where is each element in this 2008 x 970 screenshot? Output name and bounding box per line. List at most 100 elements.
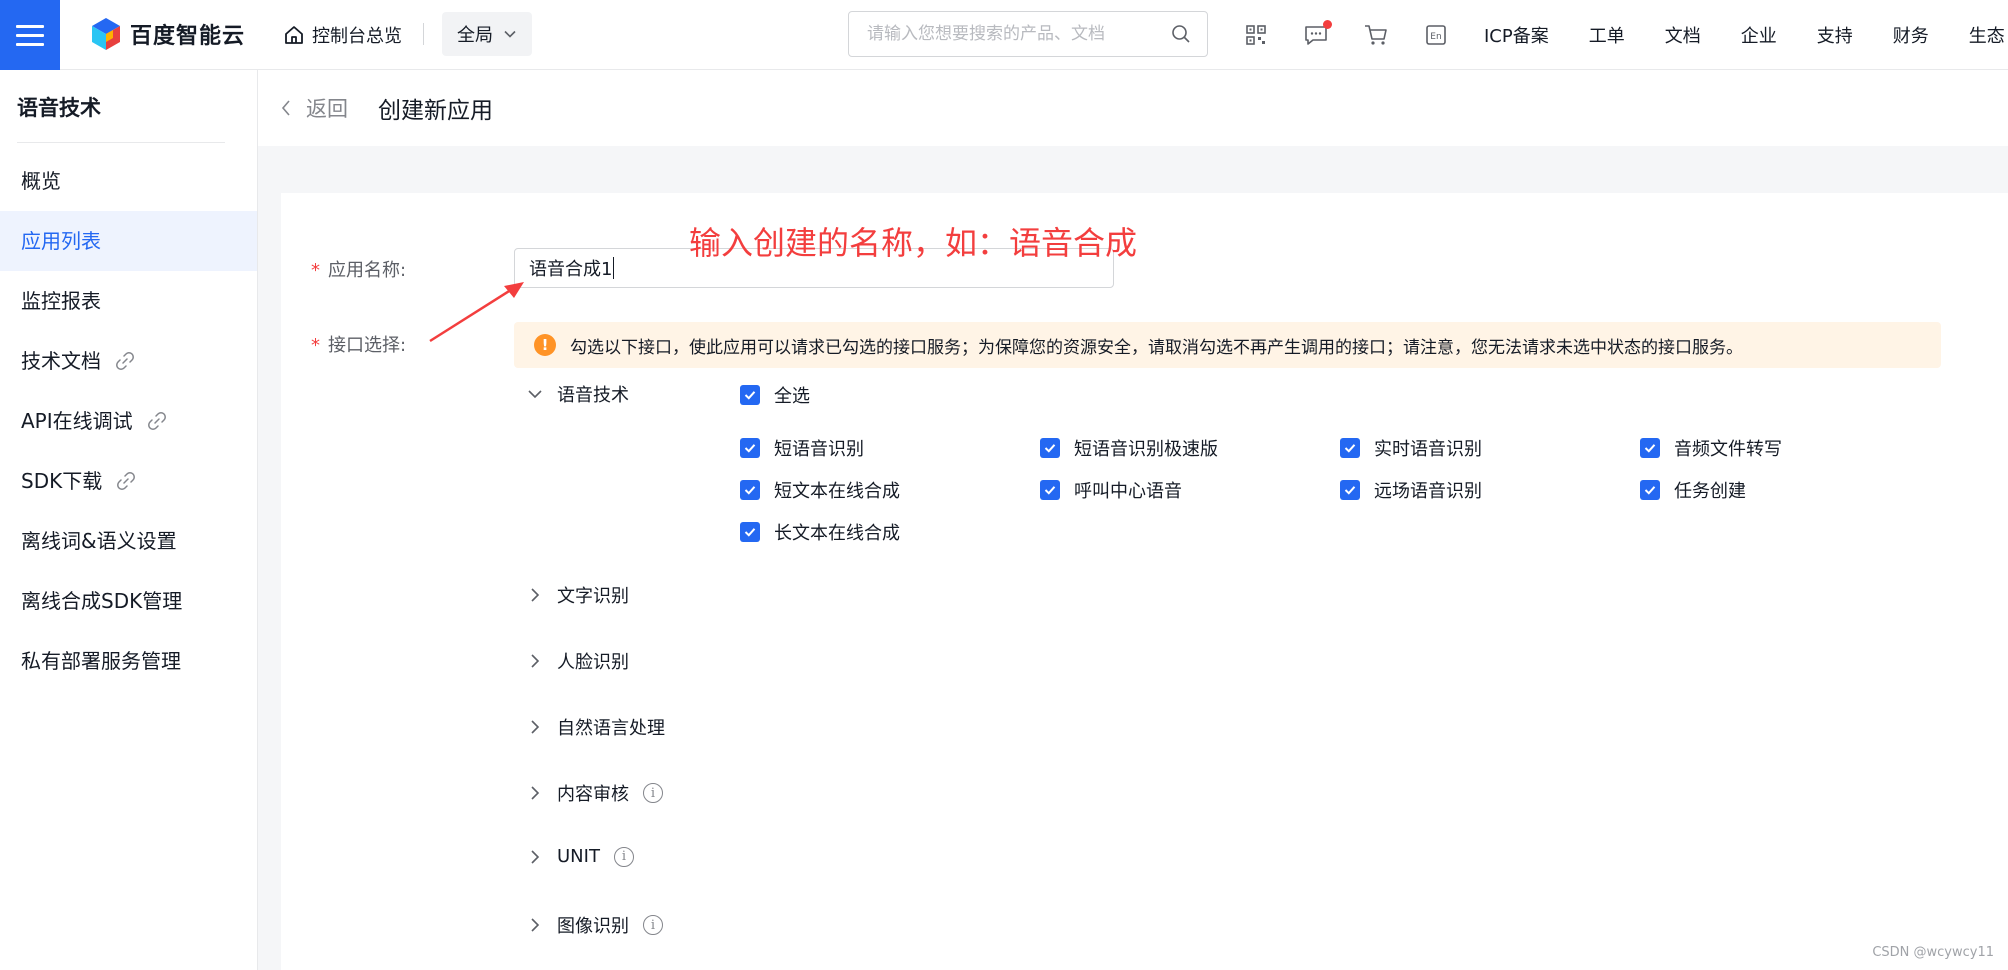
info-icon[interactable]: i	[643, 783, 663, 803]
create-app-form: * 应用名称: 语音合成1 * 接口选择: ! 勾选以下接口，使此应用可以请求已勾选…	[281, 193, 2008, 970]
group-content-review[interactable]: 内容审核 i	[527, 780, 663, 806]
notification-dot	[1323, 20, 1332, 29]
warning-alert: ! 勾选以下接口，使此应用可以请求已勾选的接口服务；为保障您的资源安全，请取消勾…	[514, 322, 1941, 368]
chevron-right-icon	[531, 849, 540, 864]
checkbox-checked-icon	[1340, 480, 1360, 500]
checkbox-label: 短语音识别极速版	[1074, 439, 1218, 460]
region-select[interactable]: 全局	[442, 12, 532, 56]
watermark: CSDN @wcywcy11	[1872, 945, 1994, 960]
sidebar-item-label: 私有部署服务管理	[21, 649, 181, 673]
nav-icp[interactable]: ICP备案	[1484, 22, 1549, 48]
chevron-right-icon	[531, 918, 540, 932]
page-header: 返回 创建新应用	[258, 70, 2008, 146]
checkbox-checked-icon	[1040, 480, 1060, 500]
sidebar-item-label: SDK下载	[21, 469, 103, 493]
group-unit[interactable]: UNIT i	[527, 846, 634, 867]
sidebar-item-offline-tts-sdk[interactable]: 离线合成SDK管理	[0, 571, 257, 631]
sidebar-item-label: 技术文档	[21, 349, 101, 373]
back-label: 返回	[306, 97, 348, 121]
text-caret	[613, 257, 615, 279]
chevron-right-icon	[531, 720, 540, 734]
group-face[interactable]: 人脸识别	[527, 648, 629, 674]
checkbox-label: 长文本在线合成	[774, 523, 900, 544]
group-nlp[interactable]: 自然语言处理	[527, 714, 665, 740]
console-overview-link[interactable]: 控制台总览	[284, 22, 402, 48]
checkbox-label: 全选	[774, 386, 810, 407]
sidebar-title: 语音技术	[17, 96, 101, 120]
api-select-label: * 接口选择:	[311, 335, 407, 356]
checkbox-label: 音频文件转写	[1674, 439, 1782, 460]
top-nav-links: ICP备案 工单 文档 企业 支持 财务 生态	[1484, 0, 2008, 70]
checkbox-task-create[interactable]: 任务创建	[1640, 477, 1746, 503]
search-input[interactable]	[867, 24, 1171, 44]
home-icon	[285, 26, 303, 44]
baidu-cloud-logo-icon	[92, 18, 120, 50]
sidebar-item-api-debug[interactable]: API在线调试	[0, 391, 257, 451]
checkbox-short-asr[interactable]: 短语音识别	[740, 435, 864, 461]
message-icon[interactable]	[1303, 20, 1332, 48]
checkbox-label: 远场语音识别	[1374, 481, 1482, 502]
sidebar-item-offline-words[interactable]: 离线词&语义设置	[0, 511, 257, 571]
back-button[interactable]: 返回	[280, 93, 348, 123]
nav-docs[interactable]: 文档	[1665, 22, 1701, 48]
sidebar-item-overview[interactable]: 概览	[0, 151, 257, 211]
logo-text: 百度智能云	[130, 24, 246, 49]
checkbox-short-asr-pro[interactable]: 短语音识别极速版	[1040, 435, 1218, 461]
select-all-checkbox[interactable]: 全选	[740, 382, 810, 408]
chevron-left-icon	[281, 100, 290, 116]
nav-finance[interactable]: 财务	[1893, 22, 1929, 48]
group-label: 内容审核	[557, 784, 629, 805]
search-icon[interactable]	[1171, 24, 1191, 44]
sidebar-item-monitoring[interactable]: 监控报表	[0, 271, 257, 331]
sidebar-item-tech-docs[interactable]: 技术文档	[0, 331, 257, 391]
chevron-down-icon	[528, 390, 542, 399]
nav-ecosystem[interactable]: 生态	[1969, 22, 2005, 48]
checkbox-realtime-asr[interactable]: 实时语音识别	[1340, 435, 1482, 461]
region-label: 全局	[457, 25, 493, 46]
checkbox-checked-icon	[1340, 438, 1360, 458]
cart-icon[interactable]	[1363, 22, 1389, 48]
sidebar-item-sdk-download[interactable]: SDK下载	[0, 451, 257, 511]
checkbox-short-tts[interactable]: 短文本在线合成	[740, 477, 900, 503]
checkbox-checked-icon	[1640, 438, 1660, 458]
checkbox-call-center[interactable]: 呼叫中心语音	[1040, 477, 1182, 503]
sidebar-item-private-deploy[interactable]: 私有部署服务管理	[0, 631, 257, 691]
group-image-recognition[interactable]: 图像识别 i	[527, 912, 663, 938]
checkbox-checked-icon	[740, 522, 760, 542]
sidebar: 语音技术 概览 应用列表 监控报表 技术文档 API在线调试 SDK下载 离线词…	[0, 70, 258, 970]
hamburger-menu-button[interactable]	[0, 0, 60, 70]
group-speech-tech[interactable]: 语音技术	[527, 381, 629, 407]
checkbox-checked-icon	[740, 480, 760, 500]
annotation-arrow-icon	[429, 282, 524, 343]
checkbox-label: 任务创建	[1674, 481, 1746, 502]
info-icon[interactable]: i	[613, 846, 634, 867]
alert-text: 勾选以下接口，使此应用可以请求已勾选的接口服务；为保障您的资源安全，请取消勾选不…	[570, 337, 1743, 358]
page-title: 创建新应用	[378, 98, 493, 124]
sidebar-item-label: 离线词&语义设置	[21, 529, 177, 553]
nav-enterprise[interactable]: 企业	[1741, 22, 1777, 48]
checkbox-far-field-asr[interactable]: 远场语音识别	[1340, 477, 1482, 503]
group-label: 文字识别	[557, 586, 629, 607]
checkbox-checked-icon	[1040, 438, 1060, 458]
language-en-icon[interactable]: En	[1423, 22, 1449, 48]
chevron-right-icon	[531, 786, 540, 800]
nav-support[interactable]: 支持	[1817, 22, 1853, 48]
sidebar-item-label: 应用列表	[21, 229, 101, 253]
global-search	[848, 11, 1208, 57]
chevron-right-icon	[531, 654, 540, 668]
info-icon[interactable]: i	[643, 915, 663, 935]
checkbox-long-tts[interactable]: 长文本在线合成	[740, 519, 900, 545]
qrcode-icon[interactable]	[1243, 22, 1269, 48]
chevron-right-icon	[531, 588, 540, 602]
svg-text:En: En	[1430, 32, 1441, 42]
divider	[423, 23, 424, 45]
nav-ticket[interactable]: 工单	[1589, 22, 1625, 48]
group-ocr[interactable]: 文字识别	[527, 582, 629, 608]
sidebar-item-app-list[interactable]: 应用列表	[0, 211, 257, 271]
logo[interactable]: 百度智能云	[90, 17, 245, 51]
checkbox-audio-transcription[interactable]: 音频文件转写	[1640, 435, 1782, 461]
checkbox-checked-icon	[740, 438, 760, 458]
warning-icon: !	[534, 334, 556, 356]
group-label: 图像识别	[557, 916, 629, 937]
sidebar-item-label: API在线调试	[21, 409, 133, 433]
